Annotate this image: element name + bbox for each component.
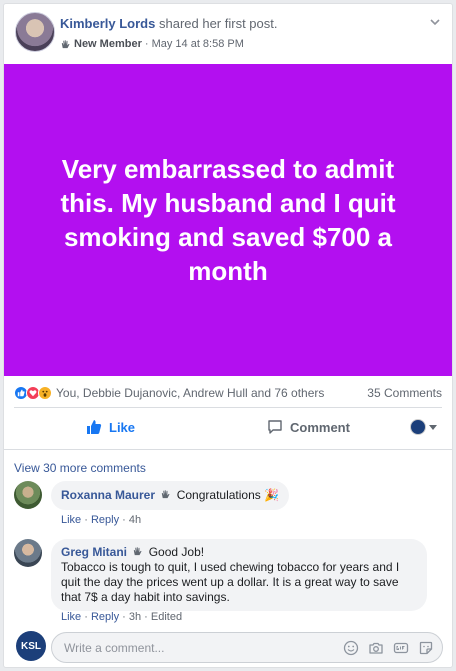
comment-composer[interactable] xyxy=(51,632,443,663)
like-button[interactable]: Like xyxy=(86,419,135,435)
post-timestamp[interactable]: · May 14 at 8:58 PM xyxy=(145,38,244,50)
waving-hand-icon xyxy=(61,39,70,48)
comment-button[interactable]: Comment xyxy=(267,419,350,435)
wow-reaction-icon xyxy=(38,386,52,400)
comment-text-body: Tobacco is tough to quit, I used chewing… xyxy=(61,560,400,604)
comment-edited-label: Edited xyxy=(150,611,183,623)
commenter-avatar[interactable] xyxy=(14,539,42,567)
comment-reply-link[interactable]: Reply xyxy=(91,611,119,623)
commenter-avatar[interactable] xyxy=(14,481,42,509)
commenter-name-link[interactable]: Roxanna Maurer xyxy=(61,488,155,502)
reactions-text[interactable]: You, Debbie Dujanovic, Andrew Hull and 7… xyxy=(56,386,324,400)
sticker-icon[interactable] xyxy=(418,640,434,656)
reactions-summary[interactable]: You, Debbie Dujanovic, Andrew Hull and 7… xyxy=(14,386,324,400)
post-meta-line: New Member · May 14 at 8:58 PM xyxy=(60,38,244,50)
comment-input[interactable] xyxy=(64,639,324,657)
comment-like-link[interactable]: Like xyxy=(61,514,81,526)
banner-text: Very embarrassed to admit this. My husba… xyxy=(60,154,396,286)
divider xyxy=(14,407,442,408)
comment-bubble: Greg Mitani Good Job! Tobacco is tough t… xyxy=(51,539,427,611)
waving-hand-icon xyxy=(134,547,142,556)
thumbs-up-icon xyxy=(87,420,102,434)
new-member-badge: New Member xyxy=(74,38,142,50)
comment-reply-link[interactable]: Reply xyxy=(91,514,119,526)
view-more-comments-link[interactable]: View 30 more comments xyxy=(14,461,146,475)
comment-like-link[interactable]: Like xyxy=(61,611,81,623)
post-as-selector[interactable] xyxy=(410,419,437,435)
post-action-text: shared her first post. xyxy=(158,16,278,31)
author-name-link[interactable]: Kimberly Lords xyxy=(60,16,155,31)
post-card: Kimberly Lords shared her first post. Ne… xyxy=(3,3,453,668)
comment-meta: Like · Reply · 3h · Edited xyxy=(61,611,183,623)
comment-meta: Like · Reply · 4h xyxy=(61,514,142,526)
comment-label: Comment xyxy=(290,419,350,435)
ksl-mini-avatar xyxy=(410,419,426,435)
comment-time[interactable]: 4h xyxy=(129,514,141,526)
comment-bubble-icon xyxy=(268,420,282,434)
emoji-icon[interactable] xyxy=(343,640,359,656)
commenter-name-link[interactable]: Greg Mitani xyxy=(61,545,127,559)
comment-text-first: Good Job! xyxy=(148,545,205,559)
chevron-down-icon[interactable] xyxy=(428,15,442,29)
waving-hand-icon xyxy=(162,490,170,499)
author-avatar[interactable] xyxy=(15,12,55,52)
comment-time[interactable]: 3h xyxy=(129,611,141,623)
like-label: Like xyxy=(109,419,136,435)
composer-tools xyxy=(343,640,434,656)
camera-icon[interactable] xyxy=(368,640,384,656)
ksl-avatar[interactable]: KSL xyxy=(16,631,46,661)
comments-count-link[interactable]: 35 Comments xyxy=(367,386,442,400)
gif-icon[interactable] xyxy=(393,640,409,656)
comment-bubble: Roxanna Maurer Congratulations 🎉 xyxy=(51,481,290,510)
post-banner: Very embarrassed to admit this. My husba… xyxy=(4,64,452,376)
post-header-line: Kimberly Lords shared her first post. xyxy=(60,16,277,31)
divider xyxy=(4,449,452,450)
comment-text: Congratulations 🎉 xyxy=(176,488,280,502)
caret-down-icon xyxy=(429,424,437,430)
